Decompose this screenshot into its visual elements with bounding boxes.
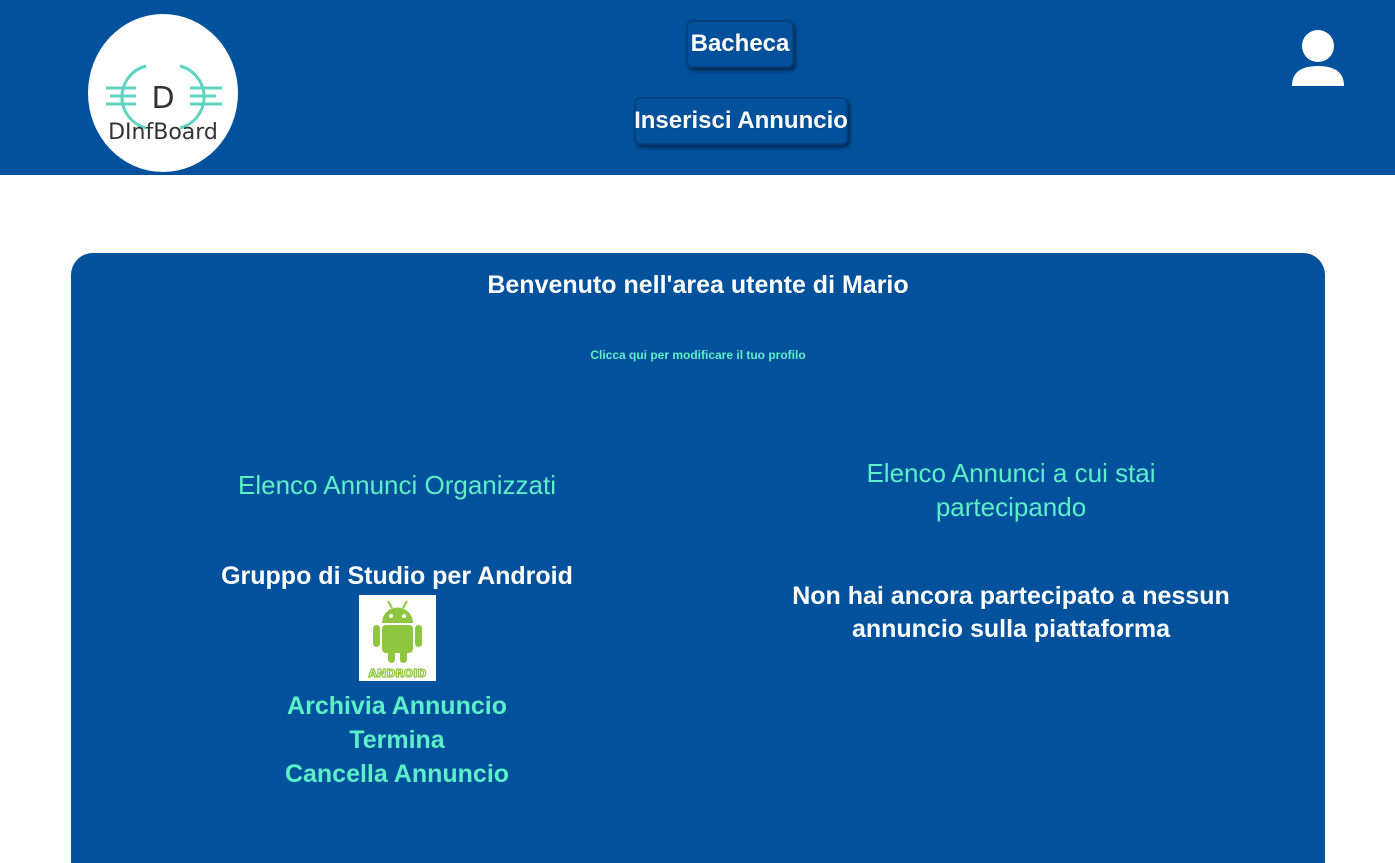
no-participation-line2: annuncio sulla piattaforma <box>851 615 1171 643</box>
nav-bacheca-button[interactable]: Bacheca <box>686 20 794 68</box>
participating-announcements-title: Elenco Annunci a cui stai partecipando <box>771 456 1251 524</box>
announcement-actions: Archivia Annuncio Termina Cancella Annun… <box>171 689 623 791</box>
android-icon: ANDROID <box>367 600 427 681</box>
nav-inserisci-annuncio-button[interactable]: Inserisci Annuncio <box>634 97 848 145</box>
participating-title-line1: Elenco Annunci a cui stai <box>866 458 1156 488</box>
no-participation-message: Non hai ancora partecipato a nessun annu… <box>771 580 1251 646</box>
top-navbar: D DInfBoard Bacheca Inserisci Annuncio <box>0 0 1395 175</box>
logo[interactable]: D DInfBoard <box>88 14 238 172</box>
logo-letter: D <box>151 81 174 116</box>
delete-announcement-link[interactable]: Cancella Annuncio <box>171 757 623 791</box>
terminate-announcement-link[interactable]: Termina <box>171 723 623 757</box>
no-participation-line1: Non hai ancora partecipato a nessun <box>792 582 1230 610</box>
archive-announcement-link[interactable]: Archivia Annuncio <box>171 689 623 723</box>
organized-announcements-title: Elenco Annunci Organizzati <box>238 470 556 500</box>
welcome-heading: Benvenuto nell'area utente di Mario <box>487 271 909 299</box>
participating-title-line2: partecipando <box>935 492 1087 522</box>
android-wordmark: ANDROID <box>368 667 426 680</box>
edit-profile-link[interactable]: Clicca qui per modificare il tuo profilo <box>71 348 1325 362</box>
logo-text: DInfBoard <box>108 120 218 145</box>
organized-announcements-section: Elenco Annunci Organizzati Gruppo di Stu… <box>171 468 623 791</box>
user-icon[interactable] <box>1288 26 1348 90</box>
participating-announcements-section: Elenco Annunci a cui stai partecipando N… <box>771 456 1251 646</box>
announcement-title: Gruppo di Studio per Android <box>221 562 573 590</box>
announcement-image[interactable]: ANDROID <box>358 595 436 681</box>
user-area-panel: Benvenuto nell'area utente di Mario Clic… <box>71 253 1325 863</box>
announcement-card: Gruppo di Studio per Android ANDROID Arc… <box>171 562 623 791</box>
